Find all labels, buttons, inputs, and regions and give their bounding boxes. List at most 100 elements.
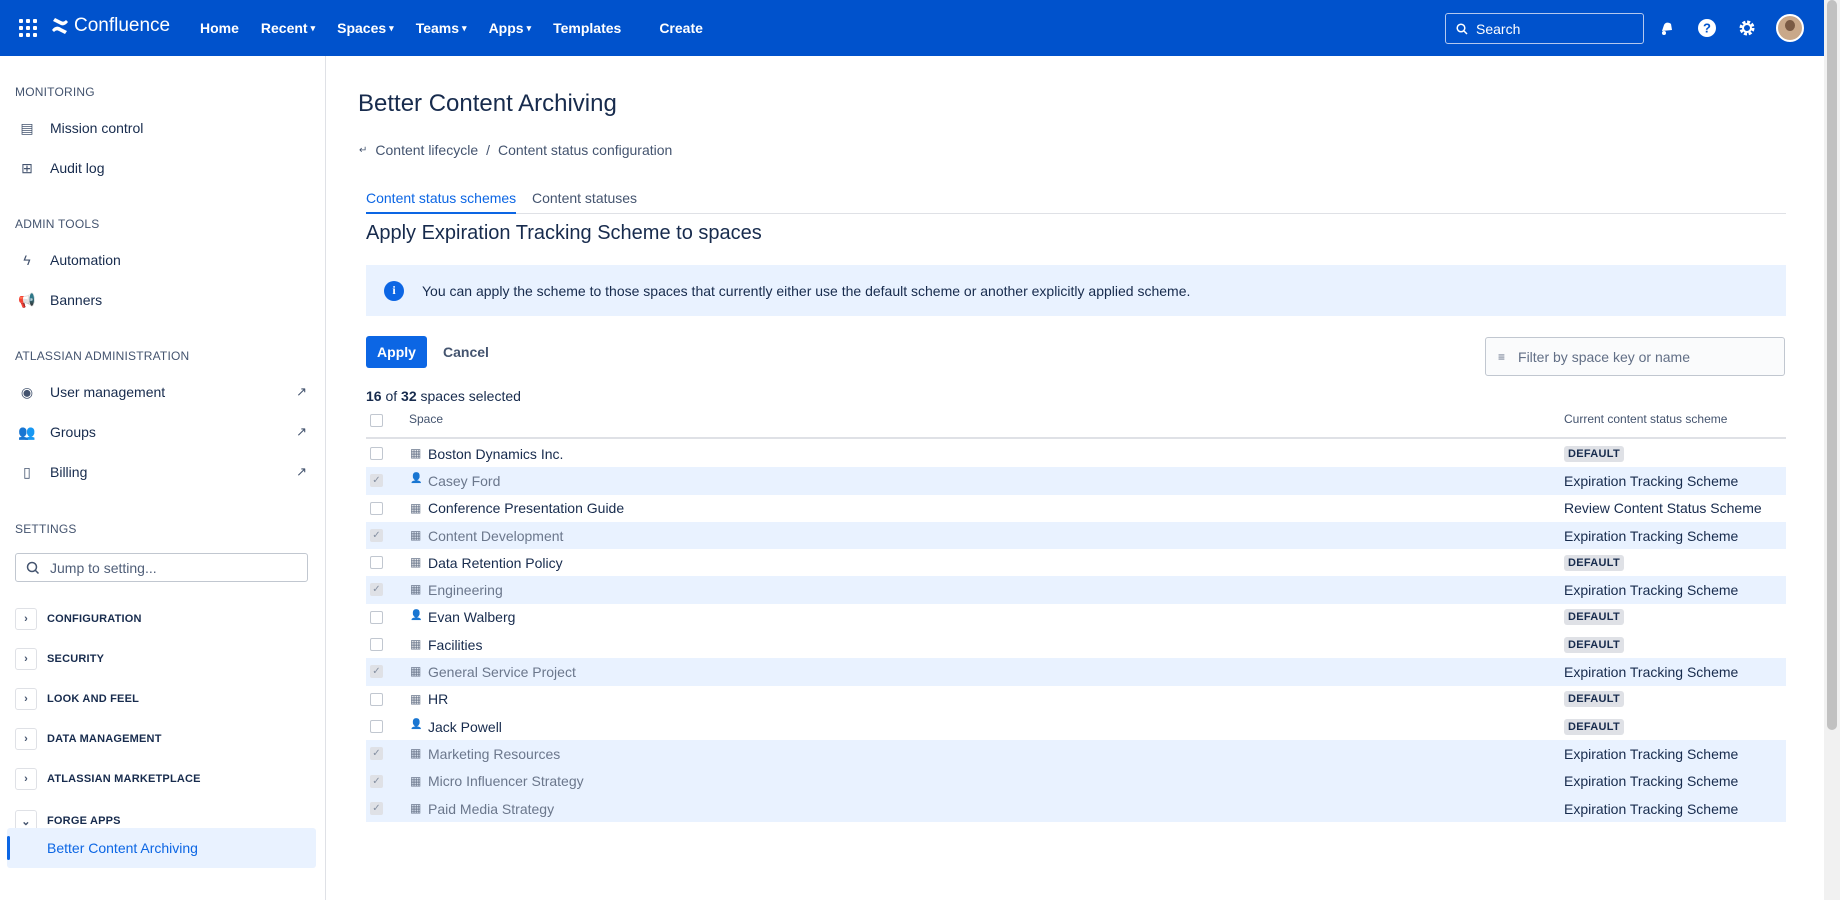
page-title: Better Content Archiving: [358, 90, 617, 117]
category-atlassian-marketplace[interactable]: › ATLASSIAN MARKETPLACE: [15, 767, 201, 791]
sidebar-item-better-content-archiving[interactable]: Better Content Archiving: [7, 828, 316, 868]
notifications-icon[interactable]: [1656, 17, 1678, 39]
category-label: SECURITY: [47, 653, 105, 665]
default-lozenge: DEFAULT: [1564, 636, 1625, 653]
settings-gear-icon[interactable]: [1736, 17, 1758, 39]
select-all-checkbox[interactable]: [370, 414, 383, 427]
nav-home[interactable]: Home: [200, 20, 239, 36]
apply-button[interactable]: Apply: [366, 336, 427, 368]
row-checkbox[interactable]: [370, 692, 383, 706]
table-icon: ⊞: [21, 159, 33, 176]
chevron-right-icon: ›: [15, 648, 37, 670]
row-checkbox[interactable]: ✓: [370, 528, 383, 542]
search-placeholder: Search: [1476, 20, 1521, 37]
search-input[interactable]: Search: [1445, 13, 1644, 44]
sidebar-item-banners[interactable]: 📢 Banners: [17, 288, 307, 312]
category-look-and-feel[interactable]: › LOOK AND FEEL: [15, 687, 139, 711]
row-checkbox[interactable]: [370, 447, 383, 460]
external-link-icon: ↗: [296, 384, 307, 399]
total-count: 32: [401, 388, 417, 404]
external-link-icon: ↗: [296, 464, 307, 479]
nav-templates-label: Templates: [553, 20, 622, 36]
row-checkbox[interactable]: [370, 638, 383, 652]
table-row[interactable]: ✓ ▦ Paid Media Strategy Expiration Tracking…: [366, 794, 1786, 823]
row-checkbox[interactable]: [370, 556, 383, 570]
nav-spaces[interactable]: Spaces ▾: [337, 20, 394, 36]
table-row[interactable]: ✓ ▦ Micro Influencer Strategy Expiration Tr…: [366, 767, 1786, 795]
tab-content-statuses[interactable]: Content statuses: [532, 190, 637, 214]
avatar[interactable]: [1776, 14, 1804, 42]
row-checkbox[interactable]: ✓: [370, 665, 383, 679]
sidebar-item-groups[interactable]: 👥 Groups ↗: [17, 420, 307, 444]
search-icon: [26, 561, 40, 574]
table-row[interactable]: ▦ Boston Dynamics Inc. DEFAULT: [366, 440, 1786, 467]
default-lozenge: DEFAULT: [1564, 718, 1625, 735]
nav-apps[interactable]: Apps ▾: [489, 20, 532, 36]
row-checkbox[interactable]: ✓: [370, 747, 383, 761]
table-row[interactable]: 👤 Evan Walberg DEFAULT: [366, 604, 1786, 631]
column-header-space[interactable]: Space: [409, 412, 443, 426]
sidebar-item-billing[interactable]: ▯ Billing ↗: [17, 460, 307, 484]
row-checkbox[interactable]: ✓: [370, 774, 383, 788]
row-checkbox[interactable]: [370, 719, 383, 733]
confluence-icon: [52, 18, 68, 34]
app-switcher-icon[interactable]: [19, 19, 37, 37]
space-icon: ▦: [410, 500, 422, 515]
table-row[interactable]: ✓ ▦ General Service Project Expiration Trac…: [366, 658, 1786, 686]
help-icon[interactable]: ?: [1696, 17, 1718, 39]
sidebar-item-audit-log[interactable]: ⊞ Audit log: [17, 156, 307, 180]
sidebar-item-label: Groups: [50, 424, 96, 440]
nav-teams[interactable]: Teams ▾: [416, 20, 467, 36]
sidebar-item-label: Billing: [50, 464, 88, 480]
category-security[interactable]: › SECURITY: [15, 647, 104, 671]
table-row[interactable]: ✓ 👤 Casey Ford Expiration Tracking Scheme: [366, 467, 1786, 495]
breadcrumb-content-lifecycle[interactable]: Content lifecycle: [375, 142, 478, 158]
tab-content-status-schemes[interactable]: Content status schemes: [366, 190, 517, 214]
category-data-management[interactable]: › DATA MANAGEMENT: [15, 727, 162, 751]
space-name: Evan Walberg: [428, 609, 516, 626]
table-row[interactable]: ▦ Conference Presentation Guide Review Con…: [366, 495, 1786, 522]
filter-spaces-input[interactable]: ≡ Filter by space key or name: [1485, 337, 1785, 376]
count-suffix: spaces selected: [420, 388, 521, 404]
space-name: Boston Dynamics Inc.: [428, 445, 564, 462]
sidebar-item-mission-control[interactable]: ▤ Mission control: [17, 116, 307, 140]
sidebar-item-label: Automation: [50, 252, 121, 268]
cancel-button[interactable]: Cancel: [443, 336, 489, 368]
row-checkbox[interactable]: [370, 610, 383, 624]
table-row[interactable]: ▦ Data Retention Policy DEFAULT: [366, 549, 1786, 576]
sidebar-item-automation[interactable]: ϟ Automation: [17, 248, 307, 272]
breadcrumb-content-status-configuration[interactable]: Content status configuration: [498, 142, 672, 158]
default-lozenge: DEFAULT: [1564, 445, 1625, 462]
jump-to-setting-input[interactable]: Jump to setting...: [15, 553, 308, 582]
confluence-logo[interactable]: Confluence: [50, 15, 170, 37]
space-icon: ▦: [410, 555, 422, 570]
space-icon: ▦: [410, 637, 422, 652]
create-button[interactable]: Create: [659, 20, 703, 36]
sidebar-item-user-management[interactable]: ◉ User management ↗: [17, 380, 307, 404]
table-row[interactable]: ✓ ▦ Content Development Expiration Tracking…: [366, 521, 1786, 550]
scrollbar-thumb[interactable]: [1827, 0, 1837, 730]
table-row[interactable]: ▦ HR DEFAULT: [366, 686, 1786, 713]
space-name: Casey Ford: [428, 472, 501, 489]
nav-recent[interactable]: Recent ▾: [261, 20, 315, 36]
table-row[interactable]: ✓ ▦ Marketing Resources Expiration Tracking…: [366, 740, 1786, 768]
megaphone-icon: 📢: [18, 291, 36, 308]
section-title-monitoring: MONITORING: [15, 85, 95, 99]
page-scrollbar[interactable]: [1824, 0, 1840, 900]
category-configuration[interactable]: › CONFIGURATION: [15, 607, 142, 631]
nav-spaces-label: Spaces: [337, 20, 387, 36]
scheme-name: Expiration Tracking Scheme: [1564, 664, 1739, 681]
section-title-admin-tools: ADMIN TOOLS: [15, 217, 100, 231]
scheme-name: Expiration Tracking Scheme: [1564, 582, 1739, 599]
filter-placeholder: Filter by space key or name: [1518, 348, 1690, 365]
nav-templates[interactable]: Templates: [553, 20, 621, 36]
scheme-name: Review Content Status Scheme: [1564, 500, 1762, 517]
table-row[interactable]: 👤 Jack Powell DEFAULT: [366, 713, 1786, 740]
chevron-down-icon: ▾: [462, 23, 467, 33]
row-checkbox[interactable]: ✓: [370, 583, 383, 597]
table-row[interactable]: ✓ ▦ Engineering Expiration Tracking Scheme: [366, 576, 1786, 604]
row-checkbox[interactable]: ✓: [370, 474, 383, 488]
row-checkbox[interactable]: ✓: [370, 801, 383, 815]
row-checkbox[interactable]: [370, 501, 383, 515]
table-row[interactable]: ▦ Facilities DEFAULT: [366, 631, 1786, 658]
